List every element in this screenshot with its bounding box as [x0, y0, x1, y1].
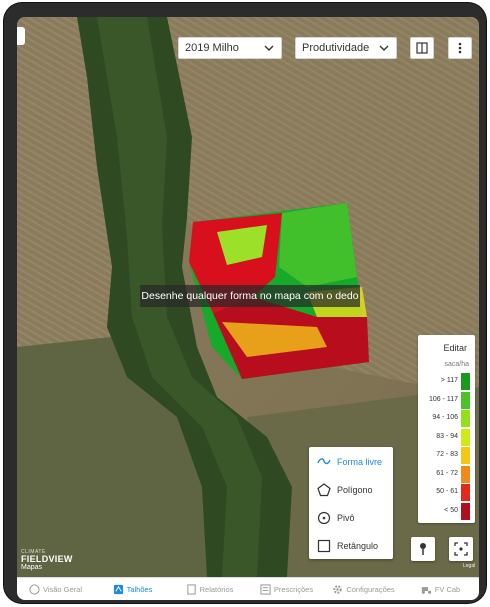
polygon-option[interactable]: Polígono — [309, 477, 393, 503]
pivot-icon — [316, 510, 332, 526]
season-select-value: 2019 Milho — [185, 42, 239, 54]
split-view-icon — [416, 42, 428, 54]
legend-row: < 50 — [418, 502, 475, 520]
layer-select[interactable]: Produtividade — [295, 37, 397, 59]
tab-reports[interactable]: Relatórios — [171, 578, 248, 600]
draw-hint-toast: Desenhe qualquer forma no mapa com o ded… — [140, 285, 360, 307]
layer-select-value: Produtividade — [302, 42, 370, 54]
more-options-button[interactable] — [448, 37, 472, 59]
fields-icon — [113, 584, 123, 595]
tab-reports-label: Relatórios — [199, 585, 234, 594]
legend-swatch — [461, 428, 470, 446]
pivot-option[interactable]: Pivô — [309, 505, 393, 531]
back-chevron-icon[interactable] — [17, 27, 25, 45]
globe-icon — [29, 584, 40, 595]
legend-swatch — [461, 391, 470, 409]
legend-swatch — [461, 447, 470, 464]
brand-top: CLIMATE — [21, 549, 46, 555]
tab-prescriptions[interactable]: Prescrições — [248, 578, 325, 600]
bottom-tab-bar: Visão Geral Talhões Relatórios Prescriçõ… — [17, 577, 479, 600]
chevron-down-icon — [264, 45, 274, 51]
freeform-option[interactable]: Forma livre — [309, 449, 393, 475]
tablet-frame: 2019 Milho Produtividade Desenhe qualque… — [4, 3, 486, 603]
polygon-icon — [316, 482, 332, 498]
rectangle-option[interactable]: Retângulo — [309, 533, 393, 559]
legend-swatch — [461, 502, 470, 520]
document-icon — [186, 584, 196, 595]
freeform-label: Forma livre — [337, 457, 383, 467]
draw-shape-menu: Forma livre Polígono Pivô Retângulo — [309, 447, 393, 559]
legend-range-label: > 117 — [440, 377, 458, 384]
legend-row: 83 - 94 — [418, 428, 475, 446]
prescription-icon — [260, 584, 271, 595]
screen: 2019 Milho Produtividade Desenhe qualque… — [17, 17, 479, 600]
polygon-label: Polígono — [337, 485, 373, 495]
tab-fv-cab[interactable]: FV Cab — [402, 578, 479, 600]
legend-swatch — [461, 484, 470, 501]
yield-legend: Editar saca/ha > 117 106 - 117 94 - 106 83 … — [418, 335, 475, 523]
drop-pin-button[interactable] — [411, 537, 435, 561]
tab-settings[interactable]: Configurações — [325, 578, 402, 600]
legend-range-label: 50 - 61 — [436, 488, 458, 495]
pin-icon — [420, 543, 426, 555]
legend-row: 106 - 117 — [418, 391, 475, 409]
tab-overview[interactable]: Visão Geral — [17, 578, 94, 600]
split-view-button[interactable] — [410, 37, 434, 59]
legend-row: 61 - 72 — [418, 465, 475, 483]
tractor-icon — [421, 587, 431, 594]
legal-link[interactable]: Legal — [463, 563, 475, 569]
brand-name: FIELDVIEW — [21, 554, 73, 564]
legend-range-label: < 50 — [444, 506, 458, 514]
legend-row: 72 - 83 — [418, 447, 475, 464]
season-select[interactable]: 2019 Milho — [178, 37, 282, 59]
maps-attribution: Mapas — [21, 564, 43, 571]
fullscreen-target-icon — [454, 542, 468, 556]
rectangle-label: Retângulo — [337, 541, 379, 551]
legend-unit: saca/ha — [444, 361, 469, 368]
legend-range-label: 83 - 94 — [436, 432, 458, 440]
legend-range-label: 72 - 83 — [436, 451, 458, 458]
legend-edit-button[interactable]: Editar — [443, 343, 467, 353]
gear-icon — [333, 585, 343, 594]
tab-settings-label: Configurações — [346, 585, 395, 594]
more-vertical-icon — [458, 42, 462, 54]
tab-prescriptions-label: Prescrições — [273, 585, 314, 594]
legend-swatch — [461, 465, 470, 483]
recenter-button[interactable] — [449, 537, 473, 561]
legend-range-label: 61 - 72 — [436, 469, 458, 477]
tab-overview-label: Visão Geral — [42, 585, 83, 594]
fieldview-logo: CLIMATE FIELDVIEW Mapas — [21, 549, 73, 572]
legend-range-label: 94 - 106 — [432, 414, 458, 421]
tab-fields[interactable]: Talhões — [94, 578, 171, 600]
legend-row: 94 - 106 — [418, 410, 475, 427]
freeform-icon — [316, 454, 332, 470]
legend-row: 50 - 61 — [418, 484, 475, 501]
pivot-label: Pivô — [337, 513, 355, 523]
legend-row: > 117 — [418, 373, 475, 390]
chevron-down-icon — [379, 45, 389, 51]
legend-range-label: 106 - 117 — [428, 395, 458, 403]
legend-swatch — [461, 373, 470, 390]
tab-fields-label: Talhões — [126, 585, 153, 594]
tab-fv-cab-label: FV Cab — [434, 585, 461, 594]
rectangle-icon — [316, 538, 332, 554]
legend-swatch — [461, 410, 470, 427]
